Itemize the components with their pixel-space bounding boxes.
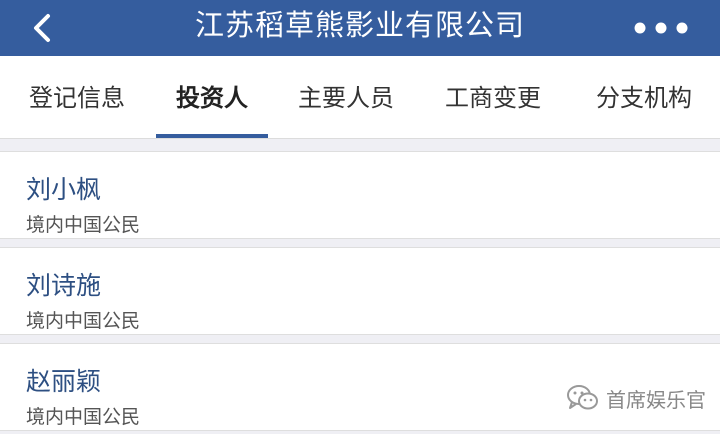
app-header: 江苏稻草熊影业有限公司 bbox=[0, 0, 720, 56]
tab-bar: 登记信息 投资人 主要人员 工商变更 分支机构 bbox=[0, 56, 720, 139]
investor-type: 境内中国公民 bbox=[26, 406, 141, 428]
tab-branches[interactable]: 分支机构 bbox=[586, 56, 702, 138]
more-button[interactable] bbox=[626, 10, 696, 46]
watermark-text: 首席娱乐官 bbox=[606, 387, 706, 412]
active-tab-indicator bbox=[156, 134, 268, 138]
list-item[interactable]: 刘小枫 境内中国公民 bbox=[0, 151, 720, 239]
tab-investors[interactable]: 投资人 bbox=[156, 56, 268, 138]
investor-type: 境内中国公民 bbox=[26, 214, 141, 236]
tab-registration-info[interactable]: 登记信息 bbox=[22, 56, 132, 138]
watermark: 首席娱乐官 bbox=[566, 382, 706, 414]
investor-name: 刘诗施 bbox=[26, 271, 102, 300]
investor-name: 赵丽颖 bbox=[26, 367, 102, 396]
investor-type: 境内中国公民 bbox=[26, 310, 141, 332]
wechat-icon bbox=[567, 385, 598, 410]
tab-business-changes[interactable]: 工商变更 bbox=[434, 56, 552, 138]
investor-name: 刘小枫 bbox=[26, 175, 102, 204]
page-title: 江苏稻草熊影业有限公司 bbox=[194, 8, 525, 42]
ellipsis-icon bbox=[634, 22, 688, 34]
list-item[interactable]: 刘诗施 境内中国公民 bbox=[0, 247, 720, 335]
tab-key-personnel[interactable]: 主要人员 bbox=[288, 56, 404, 138]
